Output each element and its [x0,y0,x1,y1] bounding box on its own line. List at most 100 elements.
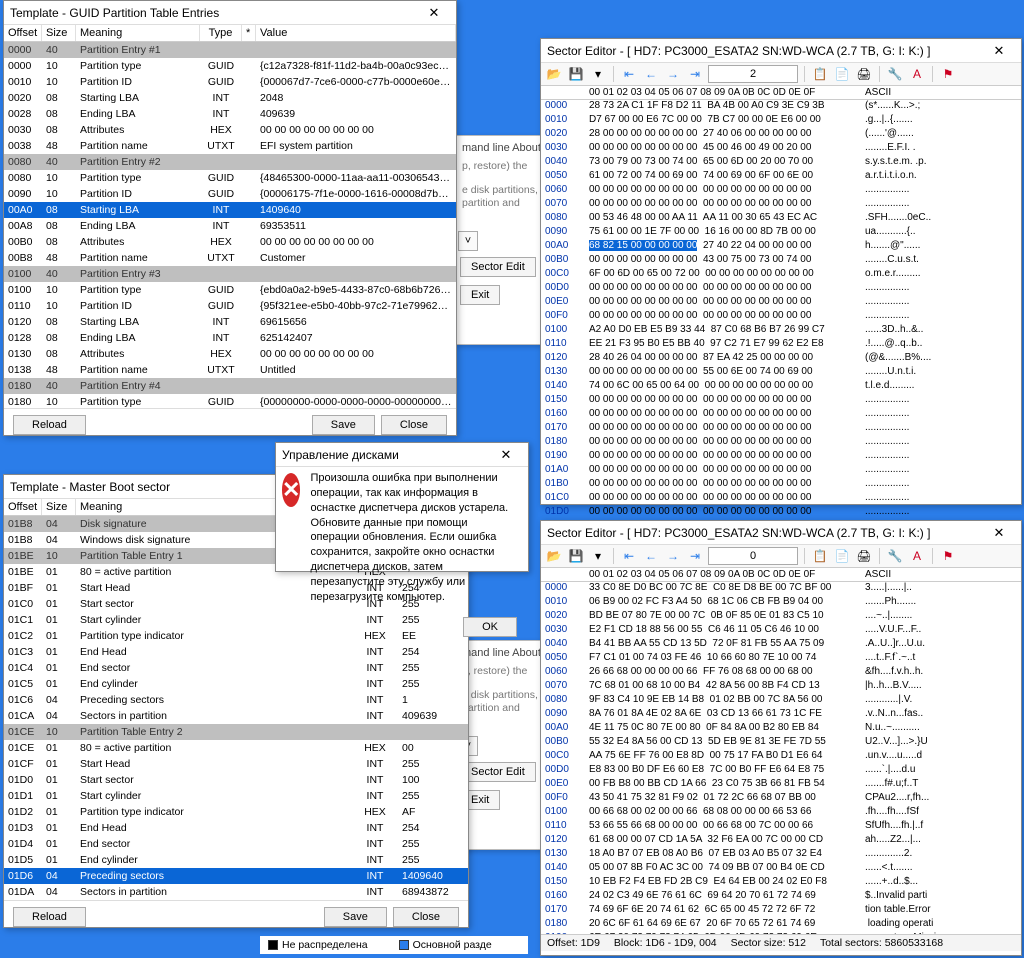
hex-row[interactable]: 00A068 82 15 00 00 00 00 00 27 40 22 04 … [541,240,1021,254]
hex-row[interactable]: 008000 53 46 48 00 00 AA 11 AA 11 00 30 … [541,212,1021,226]
paste-icon[interactable]: 📄 [833,65,851,83]
hex-row[interactable]: 000028 73 2A C1 1F F8 D2 11 BA 4B 00 A0 … [541,100,1021,114]
table-row[interactable]: 01C401End sectorINT255 [4,660,468,676]
hex-row[interactable]: 019000 00 00 00 00 00 00 00 00 00 00 00 … [541,450,1021,464]
hex-row[interactable]: 012028 40 26 04 00 00 00 00 87 EA 42 25 … [541,352,1021,366]
paste-icon[interactable]: 📄 [833,547,851,565]
hex-row[interactable]: 00707C 68 01 00 68 10 00 B4 42 8A 56 00 … [541,680,1021,694]
table-row[interactable]: 01CA04Sectors in partitionINT409639 [4,708,468,724]
tool-icon[interactable]: 🔧 [886,65,904,83]
hex-row[interactable]: 017000 00 00 00 00 00 00 00 00 00 00 00 … [541,422,1021,436]
table-row[interactable]: 01D604Preceding sectorsINT1409640 [4,868,468,884]
tool-icon[interactable]: 🔧 [886,547,904,565]
hex-row[interactable]: 003000 00 00 00 00 00 00 00 45 00 46 00 … [541,142,1021,156]
hex-row[interactable]: 017074 69 6F 6E 20 74 61 62 6C 65 00 45 … [541,904,1021,918]
table-row[interactable]: 00B008AttributesHEX00 00 00 00 00 00 00 … [4,234,456,250]
hex-row[interactable]: 01C000 00 00 00 00 00 00 00 00 00 00 00 … [541,492,1021,506]
hex-row[interactable]: 013018 A0 B7 07 EB 08 A0 B6 07 EB 03 A0 … [541,848,1021,862]
save-button[interactable]: Save [312,415,375,435]
table-row[interactable]: 00A008Starting LBAINT1409640 [4,202,456,218]
table-row[interactable]: 012008Starting LBAINT69615656 [4,314,456,330]
last-icon[interactable]: ⇥ [686,547,704,565]
hex-row[interactable]: 0010D7 67 00 00 E6 7C 00 00 7B C7 00 00 … [541,114,1021,128]
hex-row[interactable]: 0040B4 41 BB AA 55 CD 13 5D 72 0F 81 FB … [541,638,1021,652]
print-icon[interactable]: 🖨 [855,65,873,83]
table-row[interactable]: 01D001Start sectorINT100 [4,772,468,788]
table-row[interactable]: 008010Partition typeGUID{48465300-0000-1… [4,170,456,186]
reload-button[interactable]: Reload [13,415,86,435]
hex-row[interactable]: 015000 00 00 00 00 00 00 00 00 00 00 00 … [541,394,1021,408]
hex-row[interactable]: 000033 C0 8E D0 BC 00 7C 8E C0 8E D8 BE … [541,582,1021,596]
hex-row[interactable]: 00908A 76 01 8A 4E 02 8A 6E 03 CD 13 66 … [541,708,1021,722]
hex-row[interactable]: 007000 00 00 00 00 00 00 00 00 00 00 00 … [541,198,1021,212]
table-row[interactable]: 01C501End cylinderINT255 [4,676,468,692]
hex-row[interactable]: 014005 00 07 8B F0 AC 3C 00 74 09 BB 07 … [541,862,1021,876]
hex-row[interactable]: 015010 EB F2 F4 EB FD 2B C9 E4 64 EB 00 … [541,876,1021,890]
table-row[interactable]: 018010Partition typeGUID{00000000-0000-0… [4,394,456,408]
close-icon[interactable]: ✕ [983,43,1015,59]
hex-row[interactable]: 01D000 00 00 00 00 00 00 00 00 00 00 00 … [541,506,1021,520]
hex-row[interactable]: 00F000 00 00 00 00 00 00 00 00 00 00 00 … [541,310,1021,324]
sector-edit-button[interactable]: Sector Edit [460,257,536,277]
hex-row[interactable]: 0100A2 A0 D0 EB E5 B9 33 44 87 C0 68 B6 … [541,324,1021,338]
hex-row[interactable]: 00D000 00 00 00 00 00 00 00 00 00 00 00 … [541,282,1021,296]
hex-row[interactable]: 012061 68 00 00 07 CD 1A 5A 32 F6 EA 00 … [541,834,1021,848]
flag-icon[interactable]: ⚑ [939,65,957,83]
close-icon[interactable]: ✕ [983,525,1015,541]
table-row[interactable]: 01CE10Partition Table Entry 2 [4,724,468,740]
table-body[interactable]: 000040Partition Entry #1000010Partition … [4,42,456,408]
hex-row[interactable]: 00C06F 00 6D 00 65 00 72 00 00 00 00 00 … [541,268,1021,282]
hex-view[interactable]: 000028 73 2A C1 1F F8 D2 11 BA 4B 00 A0 … [541,100,1021,548]
open-icon[interactable]: 📂 [545,547,563,565]
hex-row[interactable]: 00B055 32 E4 8A 56 00 CD 13 5D EB 9E 81 … [541,736,1021,750]
table-row[interactable]: 013008AttributesHEX00 00 00 00 00 00 00 … [4,346,456,362]
hex-row[interactable]: 00809F 83 C4 10 9E EB 14 B8 01 02 BB 00 … [541,694,1021,708]
table-row[interactable]: 012808Ending LBAINT625142407 [4,330,456,346]
hex-row[interactable]: 014074 00 6C 00 65 00 64 00 00 00 00 00 … [541,380,1021,394]
hex-row[interactable]: 016000 00 00 00 00 00 00 00 00 00 00 00 … [541,408,1021,422]
hex-view[interactable]: 000033 C0 8E D0 BC 00 7C 8E C0 8E D8 BE … [541,582,1021,934]
reload-button[interactable]: Reload [13,907,86,927]
hex-row[interactable]: 016024 02 C3 49 6E 76 61 6C 69 64 20 70 … [541,890,1021,904]
table-row[interactable]: 01D301End HeadINT254 [4,820,468,836]
table-row[interactable]: 011010Partition IDGUID{95f321ee-e5b0-40b… [4,298,456,314]
table-row[interactable]: 00B848Partition nameUTXTCustomer [4,250,456,266]
hex-row[interactable]: 018020 6C 6F 61 64 69 6E 67 20 6F 70 65 … [541,918,1021,932]
table-row[interactable]: 01D501End cylinderINT255 [4,852,468,868]
close-button[interactable]: Close [393,907,459,927]
table-row[interactable]: 009010Partition IDGUID{00006175-7f1e-000… [4,186,456,202]
hex-row[interactable]: 009075 61 00 00 1E 7F 00 00 16 16 00 00 … [541,226,1021,240]
save-icon[interactable]: 💾 [567,547,585,565]
table-row[interactable]: 01D201Partition type indicatorHEXAF [4,804,468,820]
copy-icon[interactable]: 📋 [811,547,829,565]
goto-input[interactable] [708,547,798,565]
close-icon[interactable]: ✕ [418,5,450,21]
table-row[interactable]: 01D401End sectorINT255 [4,836,468,852]
hex-row[interactable]: 002028 00 00 00 00 00 00 00 27 40 06 00 … [541,128,1021,142]
font-icon[interactable]: A [908,547,926,565]
hex-row[interactable]: 011053 66 55 66 68 00 00 00 00 66 68 00 … [541,820,1021,834]
table-row[interactable]: 01DA04Sectors in partitionINT68943872 [4,884,468,900]
table-row[interactable]: 008040Partition Entry #2 [4,154,456,170]
hex-row[interactable]: 01A000 00 00 00 00 00 00 00 00 00 00 00 … [541,464,1021,478]
hex-row[interactable]: 0030E2 F1 CD 18 88 56 00 55 C6 46 11 05 … [541,624,1021,638]
close-icon[interactable]: ✕ [490,447,522,463]
first-icon[interactable]: ⇤ [620,65,638,83]
hex-row[interactable]: 0020BD BE 07 80 7E 00 00 7C 0B 0F 85 0E … [541,610,1021,624]
sector-edit-button[interactable]: Sector Edit [460,762,536,782]
hex-row[interactable]: 00F043 50 41 75 32 81 F9 02 01 72 2C 66 … [541,792,1021,806]
table-row[interactable]: 000010Partition typeGUID{c12a7328-f81f-1… [4,58,456,74]
table-row[interactable]: 010040Partition Entry #3 [4,266,456,282]
table-row[interactable]: 01D101Start cylinderINT255 [4,788,468,804]
dropdown-icon[interactable]: ▾ [589,547,607,565]
table-row[interactable]: 01C604Preceding sectorsINT1 [4,692,468,708]
flag-icon[interactable]: ⚑ [939,547,957,565]
table-row[interactable]: 002808Ending LBAINT409639 [4,106,456,122]
hex-row[interactable]: 00C0AA 75 6E FF 76 00 E8 8D 00 75 17 FA … [541,750,1021,764]
hex-row[interactable]: 006000 00 00 00 00 00 00 00 00 00 00 00 … [541,184,1021,198]
prev-icon[interactable]: ← [642,547,660,565]
hex-row[interactable]: 010000 66 68 00 02 00 00 66 68 08 00 00 … [541,806,1021,820]
first-icon[interactable]: ⇤ [620,547,638,565]
hex-row[interactable]: 01B000 00 00 00 00 00 00 00 00 00 00 00 … [541,478,1021,492]
hex-row[interactable]: 01906E 67 20 73 79 73 74 65 6D 00 4D 69 … [541,932,1021,934]
